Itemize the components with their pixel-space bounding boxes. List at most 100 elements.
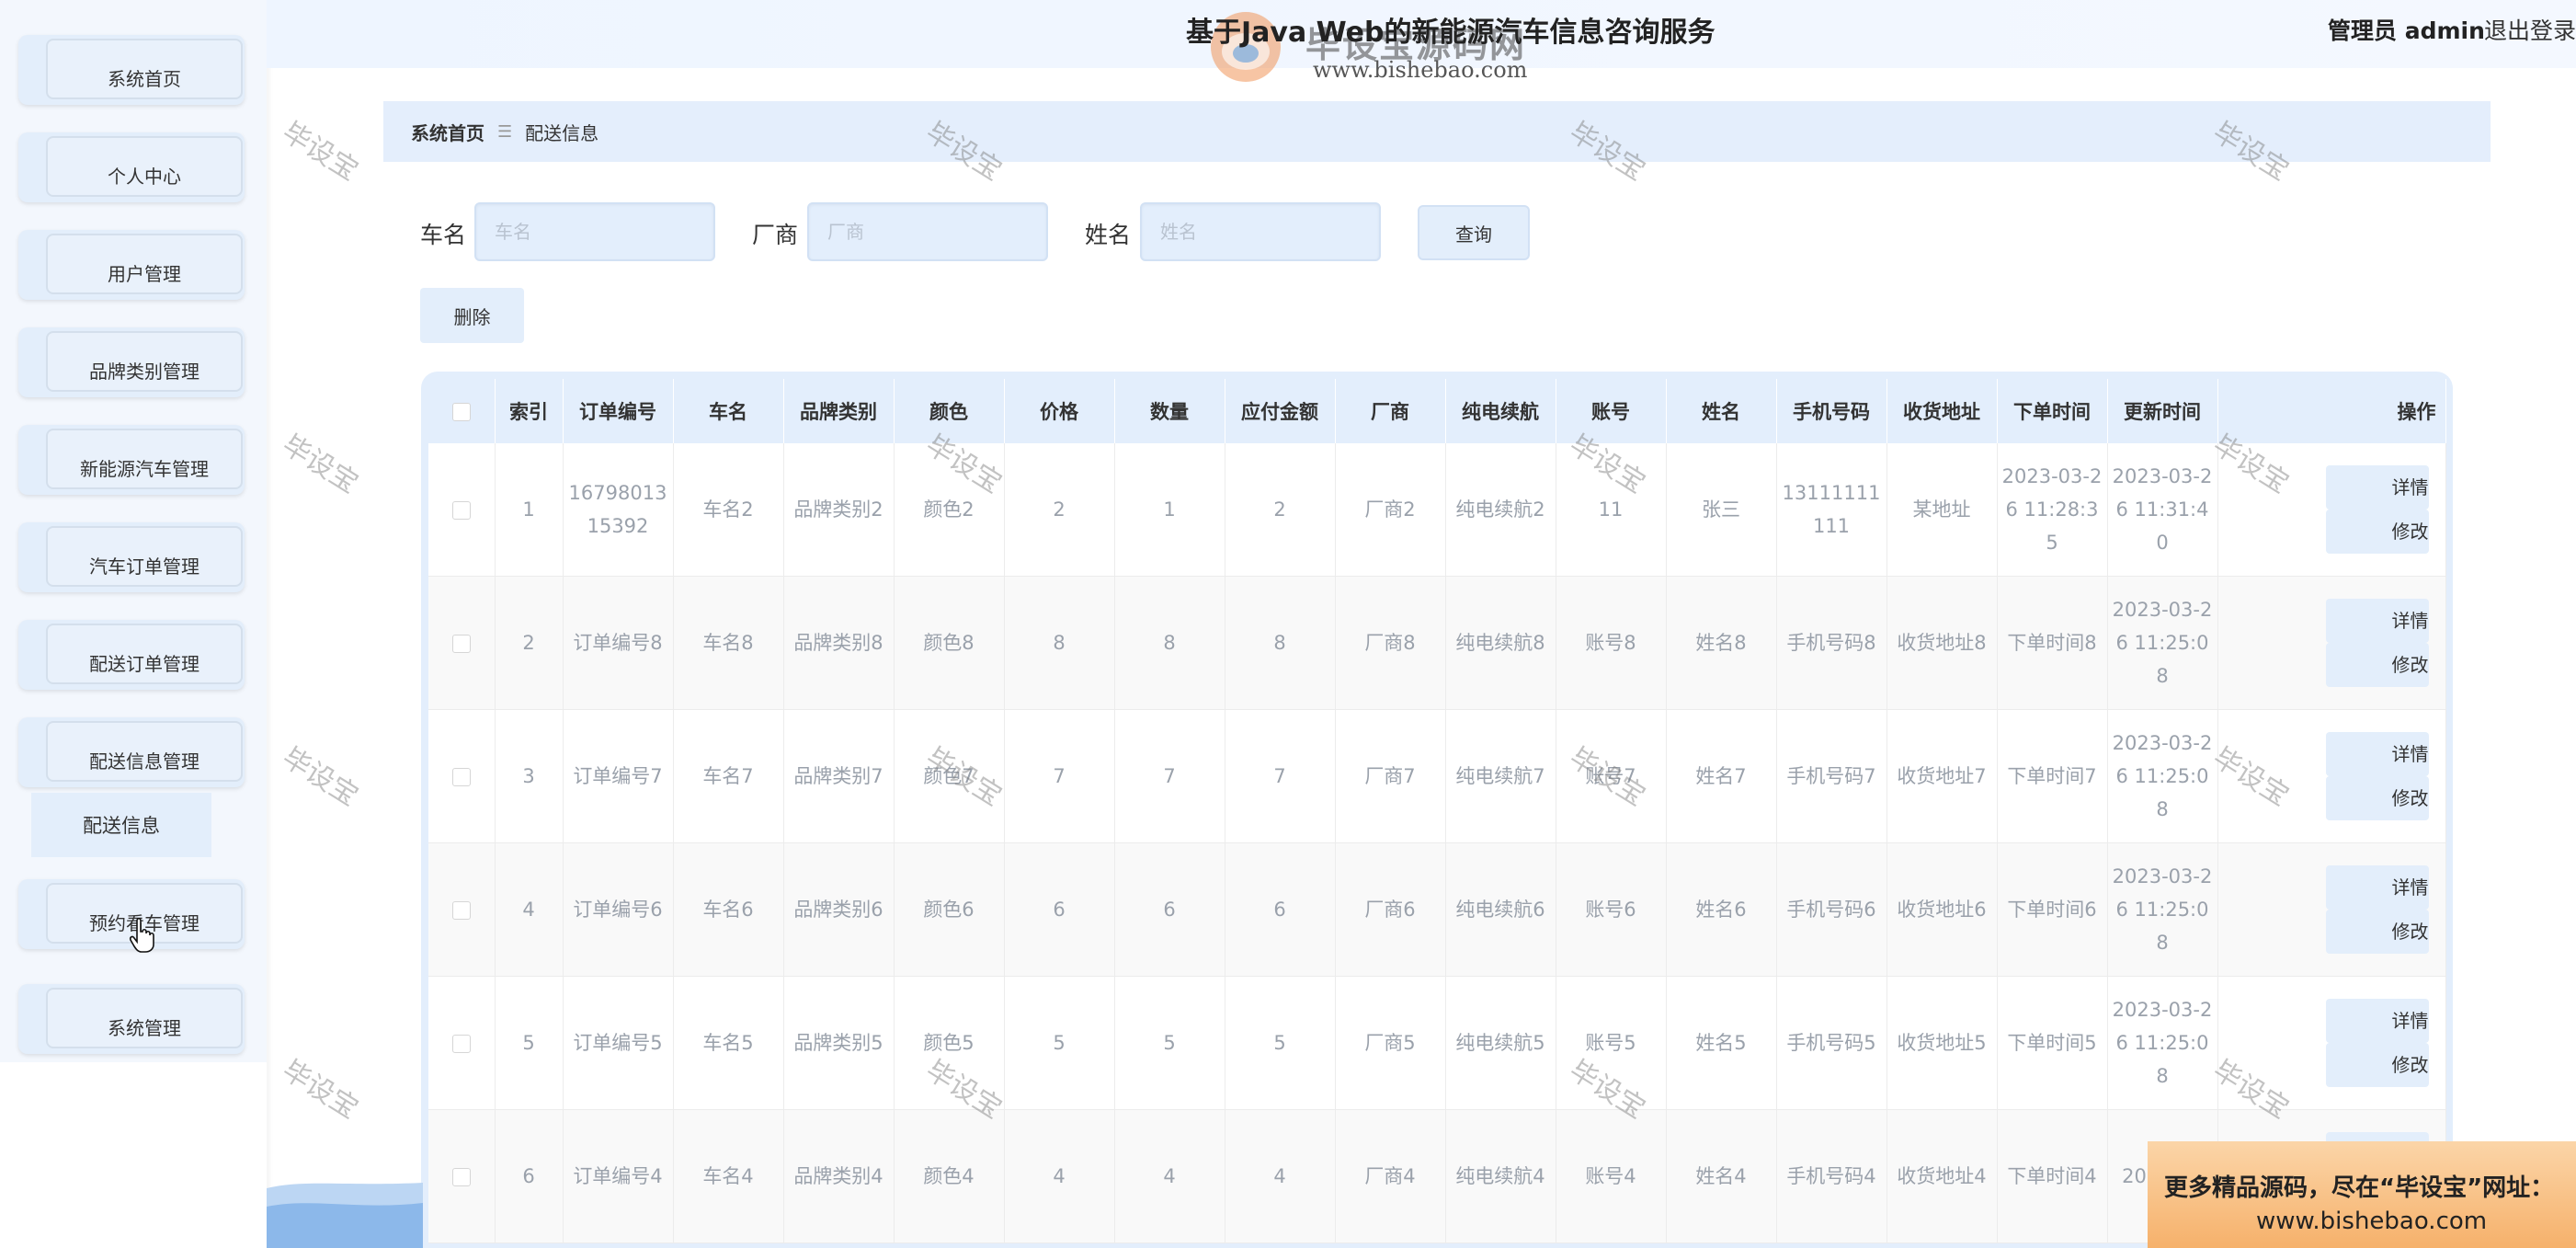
- table-cell: 2023-03-26 11:25:08: [2107, 842, 2218, 977]
- column-header: 品牌类别: [783, 379, 895, 443]
- column-header: 应付金额: [1225, 379, 1336, 443]
- table-cell: 厂商4: [1335, 1109, 1446, 1243]
- detail-button[interactable]: 详情: [2325, 999, 2429, 1043]
- table-header-row: 索引 订单编号 车名 品牌类别 颜色 价格 数量 应付金额 厂商 纯电续航 账号…: [428, 379, 2446, 443]
- breadcrumb-home[interactable]: 系统首页: [411, 119, 484, 145]
- delete-button[interactable]: 删除: [420, 288, 524, 343]
- table-cell: 1: [1114, 443, 1225, 577]
- person-name-input[interactable]: [1140, 202, 1381, 261]
- table-cell: 订单编号6: [563, 842, 674, 977]
- table-cell: 品牌类别2: [783, 443, 895, 577]
- ad-banner[interactable]: 更多精品源码，尽在“毕设宝”网址： www.bishebao.com: [2148, 1141, 2576, 1248]
- table-cell: 订单编号4: [563, 1109, 674, 1243]
- edit-button[interactable]: 修改: [2325, 643, 2429, 687]
- sidebar: 系统首页 个人中心 用户管理 品牌类别管理 新能源汽车管理 汽车订单管理 配送订…: [0, 0, 267, 1248]
- submenu-item-delivery-info[interactable]: 配送信息: [31, 793, 211, 857]
- column-header: 价格: [1004, 379, 1115, 443]
- detail-button[interactable]: 详情: [2325, 865, 2429, 910]
- table-cell: 厂商5: [1335, 976, 1446, 1110]
- edit-button[interactable]: 修改: [2325, 1043, 2429, 1087]
- table-cell: 收货地址5: [1886, 976, 1998, 1110]
- table-cell: 订单编号7: [563, 709, 674, 843]
- table-cell: 品牌类别5: [783, 976, 895, 1110]
- table-cell: 手机号码8: [1776, 576, 1887, 710]
- menu-item-label: 新能源汽车管理: [46, 429, 243, 489]
- table-cell: 8: [1004, 576, 1115, 710]
- table-cell: 6: [495, 1109, 564, 1243]
- detail-button[interactable]: 详情: [2325, 599, 2429, 643]
- column-header: 厂商: [1335, 379, 1446, 443]
- table-cell: 姓名6: [1666, 842, 1777, 977]
- table-cell: 下单时间4: [1997, 1109, 2108, 1243]
- table-cell: 颜色4: [894, 1109, 1005, 1243]
- car-name-label: 车名: [420, 222, 467, 248]
- menu-item-system[interactable]: 系统管理: [18, 984, 245, 1054]
- detail-button[interactable]: 详情: [2325, 732, 2429, 776]
- table-cell: 手机号码5: [1776, 976, 1887, 1110]
- select-all-cell: [428, 379, 496, 443]
- table-cell: 车名6: [673, 842, 784, 977]
- table-cell: 颜色8: [894, 576, 1005, 710]
- column-header: 纯电续航: [1445, 379, 1556, 443]
- query-button[interactable]: 查询: [1418, 205, 1530, 260]
- column-header: 下单时间: [1997, 379, 2108, 443]
- table-row: 2 订单编号8 车名8 品牌类别8 颜色8 8 8 8 厂商8 纯电续航8 账号8 姓名8 手机号码8 收…: [428, 576, 2446, 710]
- table-cell: 4: [1004, 1109, 1115, 1243]
- menu-item-car-orders[interactable]: 汽车订单管理: [18, 522, 245, 592]
- menu-item-label: 系统管理: [46, 988, 243, 1048]
- hand-cursor-icon: [130, 917, 154, 953]
- menu-item-users[interactable]: 用户管理: [18, 230, 245, 300]
- column-header: 数量: [1114, 379, 1225, 443]
- column-header: 颜色: [894, 379, 1005, 443]
- menu-item-brand-category[interactable]: 品牌类别管理: [18, 327, 245, 397]
- table-cell: 手机号码4: [1776, 1109, 1887, 1243]
- row-checkbox[interactable]: [451, 768, 471, 786]
- row-checkbox[interactable]: [451, 1035, 471, 1053]
- breadcrumb-separator-icon: ☰: [497, 121, 513, 142]
- menu-item-label: 配送信息管理: [46, 721, 243, 782]
- table-cell: 账号5: [1556, 976, 1667, 1110]
- table-row: 5 订单编号5 车名5 品牌类别5 颜色5 5 5 5 厂商5 纯电续航5 账号5 姓名5 手机号码5 收…: [428, 976, 2446, 1110]
- car-name-input[interactable]: [474, 202, 715, 261]
- menu-item-profile[interactable]: 个人中心: [18, 132, 245, 202]
- table-cell: 5: [495, 976, 564, 1110]
- menu-item-home[interactable]: 系统首页: [18, 35, 245, 105]
- table-cell: 账号8: [1556, 576, 1667, 710]
- select-all-checkbox[interactable]: [451, 403, 471, 421]
- edit-button[interactable]: 修改: [2325, 910, 2429, 954]
- table-body: 1 1679801315392 车名2 品牌类别2 颜色2 2 1 2 厂商2 纯电续航2 11 张三…: [428, 443, 2446, 1243]
- table-cell: 厂商2: [1335, 443, 1446, 577]
- manufacturer-input[interactable]: [807, 202, 1048, 261]
- table-cell: 2023-03-26 11:25:08: [2107, 709, 2218, 843]
- table-cell: 姓名8: [1666, 576, 1777, 710]
- table-cell: 张三: [1666, 443, 1777, 577]
- menu-item-delivery-orders[interactable]: 配送订单管理: [18, 620, 245, 690]
- column-header: 订单编号: [563, 379, 674, 443]
- table-cell: 6: [1225, 842, 1336, 977]
- menu-item-label: 汽车订单管理: [46, 526, 243, 587]
- table-cell: 纯电续航6: [1445, 842, 1556, 977]
- table-cell: 车名4: [673, 1109, 784, 1243]
- table-row: 3 订单编号7 车名7 品牌类别7 颜色7 7 7 7 厂商7 纯电续航7 账号7 姓名7 手机号码7 收…: [428, 709, 2446, 843]
- row-select-cell: [428, 842, 496, 977]
- ad-line-1: 更多精品源码，尽在“毕设宝”网址：: [2164, 1174, 2555, 1202]
- sidebar-menu: 系统首页 个人中心 用户管理 品牌类别管理 新能源汽车管理 汽车订单管理 配送订…: [0, 0, 267, 1062]
- menu-item-delivery-info[interactable]: 配送信息管理: [18, 717, 245, 787]
- row-checkbox[interactable]: [451, 901, 471, 920]
- table-cell: 纯电续航7: [1445, 709, 1556, 843]
- site-title: 基于Java Web的新能源汽车信息咨询服务: [1186, 17, 1715, 49]
- menu-item-new-energy-car[interactable]: 新能源汽车管理: [18, 425, 245, 495]
- table-cell: 厂商8: [1335, 576, 1446, 710]
- row-checkbox[interactable]: [451, 501, 471, 520]
- table-cell: 姓名5: [1666, 976, 1777, 1110]
- manufacturer-label: 厂商: [752, 222, 799, 248]
- table-cell: 厂商7: [1335, 709, 1446, 843]
- logout-link[interactable]: 退出登录: [2484, 13, 2576, 46]
- table-cell: 某地址: [1886, 443, 1998, 577]
- edit-button[interactable]: 修改: [2325, 776, 2429, 820]
- row-checkbox[interactable]: [451, 635, 471, 653]
- detail-button[interactable]: 详情: [2325, 465, 2429, 510]
- row-checkbox[interactable]: [451, 1168, 471, 1186]
- table-cell: 收货地址8: [1886, 576, 1998, 710]
- edit-button[interactable]: 修改: [2325, 510, 2429, 554]
